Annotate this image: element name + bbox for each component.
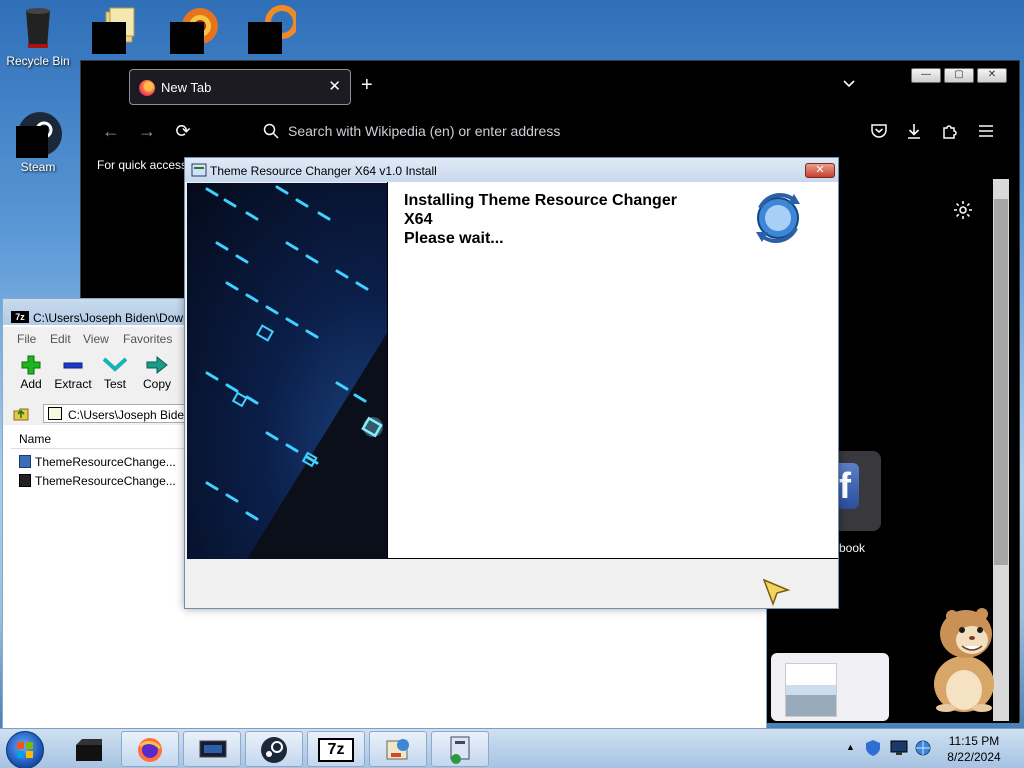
firefox-icon — [138, 738, 162, 762]
taskbar-app-monitor[interactable] — [183, 731, 241, 767]
taskbar-app-setup[interactable] — [431, 731, 489, 767]
chevron-down-icon[interactable] — [843, 78, 855, 90]
forward-icon[interactable]: → — [135, 119, 159, 143]
minus-icon — [63, 362, 83, 369]
start-button[interactable] — [6, 731, 44, 768]
7zip-icon: 7z — [11, 311, 29, 323]
close-window-button[interactable]: ✕ — [977, 68, 1007, 83]
menu-view[interactable]: View — [83, 332, 109, 346]
desktop-icon-recycle-bin[interactable]: Recycle Bin — [0, 4, 76, 68]
test-button[interactable]: Test — [93, 355, 137, 391]
taskbar: 7z ▲ 11:15 PM 8/22/2024 — [0, 728, 1024, 768]
search-placeholder: Search with Wikipedia (en) or enter addr… — [288, 123, 561, 139]
installer-globe-icon — [756, 193, 800, 243]
tray-overflow-icon[interactable]: ▲ — [846, 742, 855, 752]
reload-icon[interactable]: ⟳ — [171, 119, 195, 143]
search-input[interactable]: Search with Wikipedia (en) or enter addr… — [257, 117, 857, 145]
scrollbar-thumb[interactable] — [994, 199, 1008, 565]
window-icon — [76, 739, 102, 761]
system-clock[interactable]: 11:15 PM 8/22/2024 — [938, 733, 1010, 765]
firefox-icon — [139, 80, 155, 96]
navigation-bar: ← → ⟳ Search with Wikipedia (en) or ente… — [81, 109, 1019, 153]
add-label: Add — [20, 377, 42, 391]
menu-edit[interactable]: Edit — [50, 332, 71, 346]
file-name: ThemeResourceChange... — [35, 474, 176, 488]
test-label: Test — [103, 377, 126, 391]
copy-label: Copy — [142, 377, 171, 391]
search-icon — [263, 123, 279, 139]
clock-time: 11:15 PM — [948, 734, 1000, 748]
file-icon — [19, 474, 31, 487]
taskbar-app-installer[interactable] — [369, 731, 427, 767]
redacted-block — [92, 22, 126, 54]
maximize-button[interactable]: ▢ — [944, 68, 974, 83]
steam-icon — [261, 737, 287, 763]
installer-dialog: Theme Resource Changer X64 v1.0 Install … — [184, 157, 839, 609]
checkmark-icon — [102, 357, 128, 372]
clock-date: 8/22/2024 — [947, 750, 1001, 764]
installer-icon — [191, 163, 207, 177]
install-status-message: Installing Theme Resource Changer X64 Pl… — [404, 191, 724, 248]
shortcut-label: book — [839, 541, 866, 555]
dialog-close-button[interactable]: ✕ — [805, 163, 835, 178]
dialog-title-bar: Theme Resource Changer X64 v1.0 Install … — [185, 158, 838, 182]
extract-button[interactable]: Extract — [51, 355, 95, 391]
archive-icon — [48, 407, 62, 420]
redacted-block — [170, 22, 204, 54]
tab-title: New Tab — [161, 80, 212, 95]
installer-content: Installing Theme Resource Changer X64 Pl… — [387, 182, 838, 559]
redacted-block — [16, 126, 48, 158]
tab-bar: New Tab ✕ + — ▢ ✕ — [81, 61, 1019, 109]
copy-button[interactable]: Copy — [135, 355, 179, 391]
redacted-block — [248, 22, 282, 54]
new-tab-button[interactable]: + — [361, 75, 373, 95]
add-button[interactable]: Add — [9, 355, 53, 391]
7zip-icon: 7z — [318, 738, 354, 762]
hamster-image — [934, 608, 994, 712]
column-header-label: Name — [19, 432, 52, 446]
taskbar-app-steam[interactable] — [245, 731, 303, 767]
status-line-2: X64 — [404, 211, 433, 228]
monitor-icon — [199, 740, 227, 758]
desktop-icon-label: Recycle Bin — [6, 54, 70, 68]
download-icon[interactable] — [905, 122, 923, 140]
taskbar-app-7zip[interactable]: 7z — [307, 731, 365, 767]
file-icon — [19, 455, 31, 468]
card-thumbnail — [785, 663, 837, 717]
sponsored-card[interactable] — [771, 653, 889, 721]
taskbar-app-dark-window[interactable] — [60, 731, 118, 767]
recycle-bin-icon — [14, 4, 62, 52]
setup-icon — [450, 736, 470, 764]
extract-label: Extract — [54, 377, 92, 391]
mouse-cursor-icon — [762, 578, 790, 606]
quick-access-text: For quick access — [97, 158, 188, 172]
arrow-right-icon — [146, 355, 168, 375]
installer-banner-image — [187, 183, 387, 559]
back-icon[interactable]: ← — [99, 119, 123, 143]
tab-new-tab[interactable]: New Tab ✕ — [129, 69, 351, 105]
plus-icon — [21, 355, 41, 375]
desktop-icon-label: Steam — [20, 160, 56, 174]
minimize-button[interactable]: — — [911, 68, 941, 83]
dialog-title: Theme Resource Changer X64 v1.0 Install — [210, 164, 437, 178]
status-line-1: Installing Theme Resource Changer — [404, 192, 677, 209]
close-tab-icon[interactable]: ✕ — [328, 77, 341, 95]
gear-icon[interactable] — [953, 200, 973, 220]
menu-icon[interactable] — [978, 123, 994, 139]
menu-file[interactable]: File — [17, 332, 36, 346]
tray-network-icon[interactable] — [914, 739, 932, 757]
pocket-icon[interactable] — [870, 122, 888, 140]
up-folder-icon[interactable] — [13, 405, 29, 421]
tray-shield-icon[interactable] — [864, 739, 882, 757]
tray-display-icon[interactable] — [890, 740, 908, 756]
installer-app-icon — [386, 739, 409, 760]
taskbar-app-firefox[interactable] — [121, 731, 179, 767]
extensions-icon[interactable] — [941, 122, 959, 140]
windows-logo-icon — [17, 742, 33, 758]
status-line-3: Please wait... — [404, 230, 504, 247]
menu-favorites[interactable]: Favorites — [123, 332, 172, 346]
file-name: ThemeResourceChange... — [35, 455, 176, 469]
